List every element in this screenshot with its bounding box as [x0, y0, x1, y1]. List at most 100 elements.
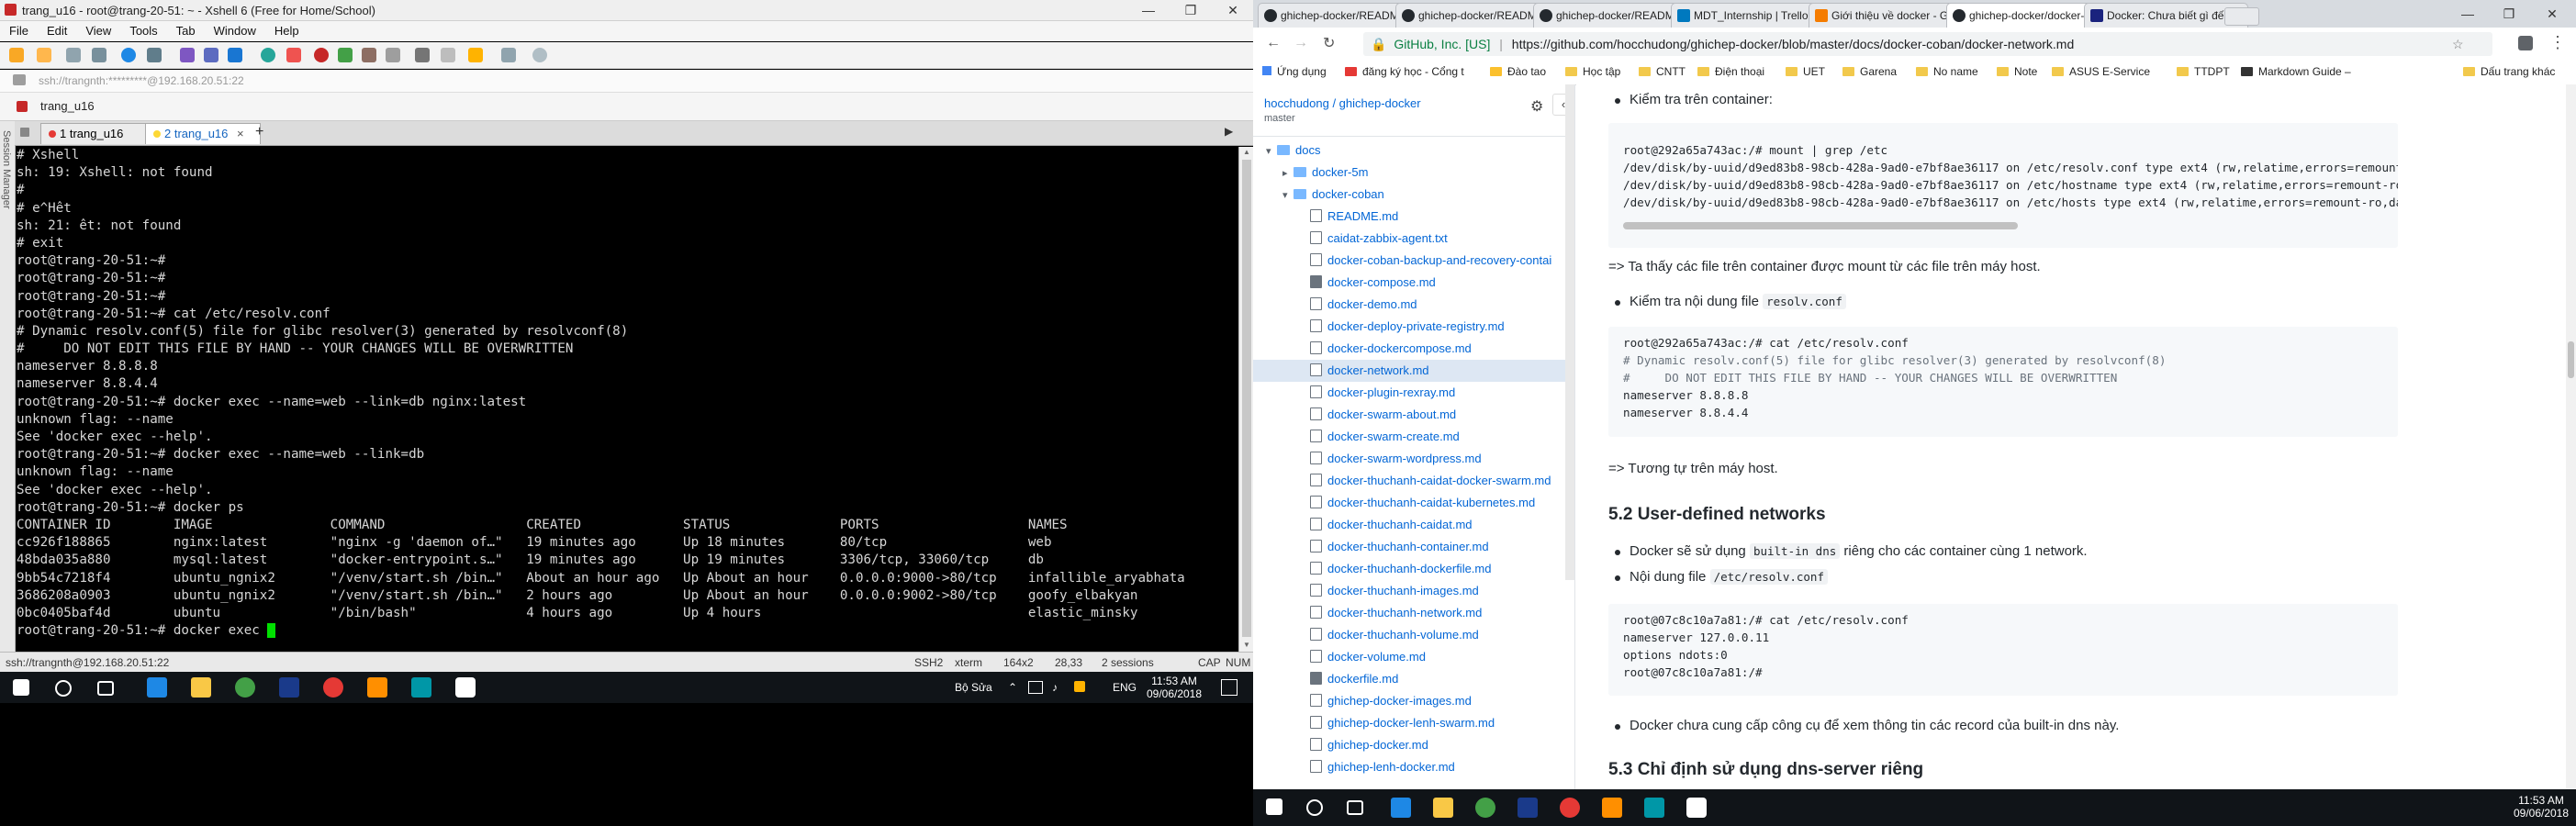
clock[interactable]: 11:53 AM 09/06/2018	[1142, 675, 1206, 700]
bookmark-folder[interactable]: Học tập	[1565, 65, 1620, 78]
sublime-icon[interactable]	[1602, 798, 1622, 818]
tray-up-icon[interactable]: ⌃	[1008, 681, 1017, 694]
tab-close-icon[interactable]: ×	[237, 127, 244, 140]
url-text[interactable]: https://github.com/hocchudong/ghichep-do…	[1512, 37, 2074, 51]
tree-file[interactable]: docker-thuchanh-caidat.md	[1253, 514, 1565, 536]
search-icon[interactable]	[1306, 799, 1323, 816]
browser-maximize-icon[interactable]: ❐	[2488, 4, 2530, 24]
tree-scrollbar[interactable]	[1565, 84, 1574, 580]
app-icon[interactable]	[455, 677, 476, 698]
tree-file[interactable]: docker-compose.md	[1253, 272, 1565, 294]
maximize-icon[interactable]: ❐	[1170, 0, 1212, 20]
bookmark-folder[interactable]: UET	[1786, 65, 1825, 78]
bookmark-item[interactable]: Đào tao	[1490, 65, 1546, 78]
powershell-icon[interactable]	[279, 677, 299, 698]
chevron-down-icon[interactable]: ▾	[1266, 140, 1277, 162]
site-identity[interactable]: GitHub, Inc. [US]	[1394, 37, 1490, 51]
tree-file[interactable]: docker-thuchanh-caidat-docker-swarm.md	[1253, 470, 1565, 492]
tree-file[interactable]: docker-thuchanh-images.md	[1253, 580, 1565, 602]
tree-file[interactable]: caidat-zabbix-agent.txt	[1253, 228, 1565, 250]
bookmark-folder[interactable]: Note	[1997, 65, 2037, 78]
chevron-down-icon[interactable]: ▾	[1282, 184, 1294, 206]
sublime-icon[interactable]	[367, 677, 387, 698]
font-icon[interactable]	[286, 48, 301, 62]
tree-file[interactable]: docker-coban-backup-and-recovery-contai	[1253, 250, 1565, 272]
xshell-taskbar-icon[interactable]	[323, 677, 343, 698]
other-bookmarks[interactable]: Dấu trang khác	[2463, 65, 2555, 78]
network-tool-icon[interactable]	[1644, 798, 1664, 818]
session-name[interactable]: trang_u16	[40, 99, 95, 113]
page-scroll-thumb[interactable]	[2568, 341, 2574, 378]
tree-file[interactable]: ghichep-lenh-docker.md	[1253, 756, 1565, 778]
tree-file[interactable]: docker-swarm-wordpress.md	[1253, 448, 1565, 470]
page-scrollbar[interactable]	[2566, 84, 2576, 826]
connect-icon[interactable]	[66, 48, 81, 62]
bookmark-folder[interactable]: No name	[1916, 65, 1978, 78]
lock-icon[interactable]	[386, 48, 400, 62]
language-indicator[interactable]: ENG	[1113, 681, 1137, 694]
color-scheme-icon[interactable]	[261, 48, 275, 62]
edge-icon[interactable]	[1391, 798, 1411, 818]
back-icon[interactable]: ←	[1266, 35, 1281, 51]
terminal-scrollbar[interactable]: ▲ ▼	[1238, 147, 1253, 652]
session-manager-sidebar[interactable]: Session Manager	[0, 121, 16, 653]
task-view-icon[interactable]	[97, 681, 114, 696]
tree-file[interactable]: ghichep-docker.md	[1253, 734, 1565, 756]
tree-file[interactable]: README.md	[1253, 206, 1565, 228]
bookmark-folder[interactable]: ASUS E-Service	[2052, 65, 2150, 78]
address-text[interactable]: ssh://trangnth:*********@192.168.20.51:2…	[39, 74, 244, 87]
xftp-icon[interactable]	[314, 48, 329, 62]
url-bar[interactable]: 🔒 GitHub, Inc. [US] | https://github.com…	[1363, 32, 2492, 56]
tree-folder[interactable]: ▾ docker-coban	[1253, 184, 1565, 206]
task-view-icon[interactable]	[1347, 800, 1363, 815]
menu-tools[interactable]: Tools	[120, 21, 166, 38]
tab-2[interactable]: 2 trang_u16 ×	[145, 123, 261, 144]
help-icon[interactable]	[532, 48, 547, 62]
search-icon[interactable]	[55, 680, 72, 697]
bookmark-folder[interactable]: CNTT	[1639, 65, 1686, 78]
tree-file[interactable]: docker-deploy-private-registry.md	[1253, 316, 1565, 338]
tab-1[interactable]: 1 trang_u16	[40, 123, 156, 144]
tree-file[interactable]: docker-thuchanh-caidat-kubernetes.md	[1253, 492, 1565, 514]
browser-close-icon[interactable]: ✕	[2531, 4, 2573, 24]
bookmark-item[interactable]: Markdown Guide –	[2241, 65, 2351, 78]
tree-file[interactable]: docker-thuchanh-dockerfile.md	[1253, 558, 1565, 580]
compose-icon[interactable]	[441, 48, 455, 62]
tree-file[interactable]: docker-dockercompose.md	[1253, 338, 1565, 360]
network-icon[interactable]	[1028, 681, 1043, 694]
gear-icon[interactable]: ⚙	[1530, 97, 1543, 116]
branch-name[interactable]: master	[1264, 113, 1295, 124]
tab-nav-icon[interactable]	[20, 128, 29, 137]
forward-icon[interactable]: →	[1294, 35, 1308, 51]
menu-file[interactable]: File	[0, 21, 38, 38]
windows-start-icon[interactable]	[1266, 798, 1282, 815]
tree-file[interactable]: docker-network.md	[1253, 360, 1565, 382]
tray-text[interactable]: Bộ Sửa	[955, 681, 992, 694]
add-tab-icon[interactable]: +	[255, 124, 263, 140]
tree-folder[interactable]: ▾ docs	[1253, 140, 1565, 162]
close-icon[interactable]: ✕	[1212, 0, 1253, 20]
powershell-icon[interactable]	[1518, 798, 1538, 818]
new-session-icon[interactable]	[9, 48, 24, 62]
battery-icon[interactable]	[1074, 681, 1085, 692]
copy-icon[interactable]	[180, 48, 195, 62]
scroll-thumb[interactable]	[1242, 160, 1251, 637]
scroll-up-icon[interactable]: ▲	[1243, 148, 1250, 156]
menu-help[interactable]: Help	[265, 21, 308, 38]
scroll-down-icon[interactable]: ▼	[1243, 641, 1250, 649]
network-tool-icon[interactable]	[411, 677, 431, 698]
chrome-icon[interactable]	[235, 677, 255, 698]
tree-folder[interactable]: ▸ docker-5m	[1253, 162, 1565, 184]
browser-minimize-icon[interactable]: —	[2447, 4, 2489, 24]
reload-icon[interactable]: ↻	[1323, 34, 1335, 52]
paste-icon[interactable]	[204, 48, 218, 62]
globe-icon[interactable]	[121, 48, 136, 62]
address-bar[interactable]: ssh://trangnth:*********@192.168.20.51:2…	[0, 70, 1253, 93]
code-scroll-thumb[interactable]	[1623, 222, 2018, 229]
bookmark-folder[interactable]: TTDPT	[2177, 65, 2230, 78]
tab-menu-icon[interactable]: ▶	[1225, 125, 1233, 138]
terminal-prompt-line[interactable]: root@trang-20-51:~# docker exec	[17, 622, 1238, 640]
open-folder-icon[interactable]	[37, 48, 51, 62]
menu-view[interactable]: View	[76, 21, 120, 38]
find-icon[interactable]	[228, 48, 242, 62]
